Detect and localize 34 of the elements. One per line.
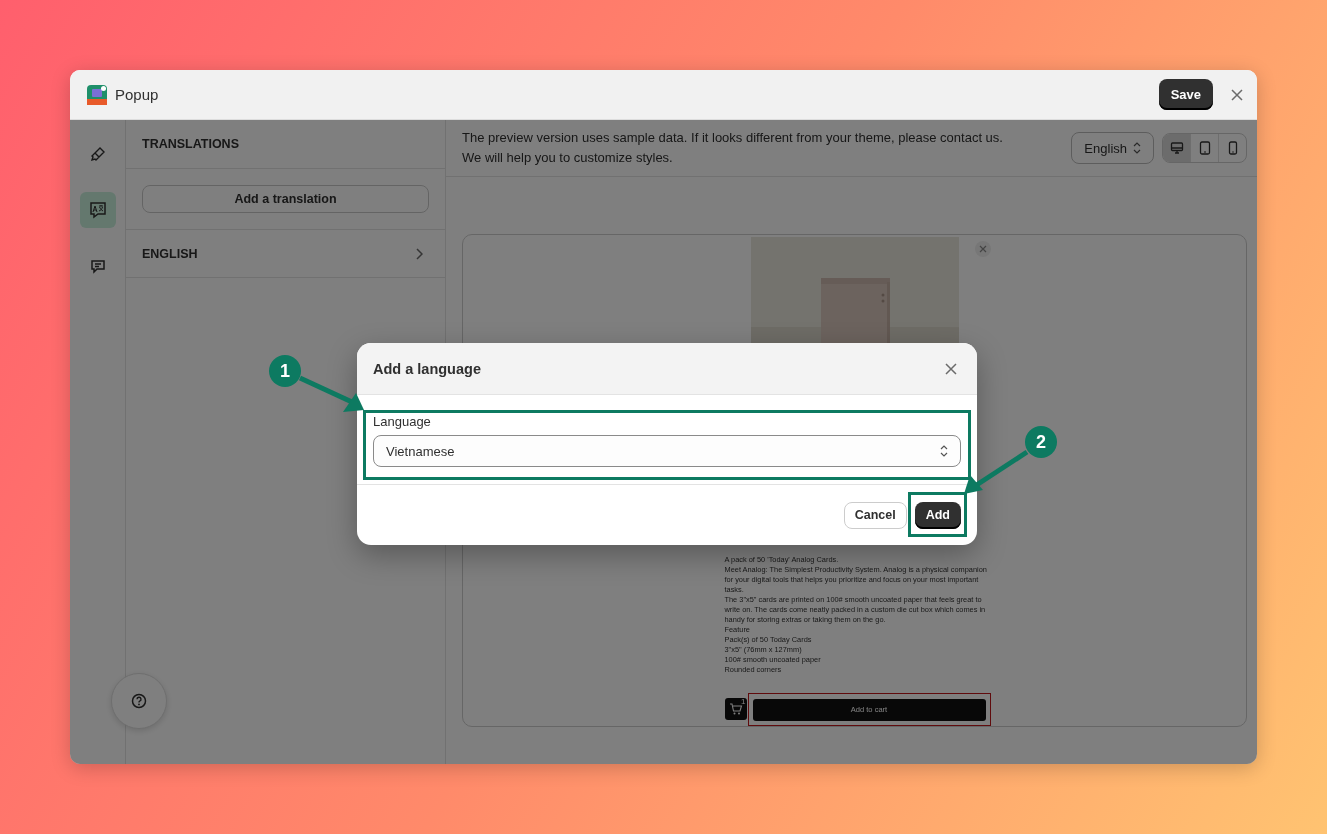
chevron-icon [415, 247, 423, 260]
add-translation-button[interactable]: Add a translation [142, 185, 429, 213]
section-heading: TRANSLATIONS [142, 137, 239, 151]
preview-notice: The preview version uses sample data. If it looks different from your theme, please contact us. We will help you to customize styles. [462, 129, 1004, 167]
desktop-view-button[interactable] [1163, 134, 1190, 162]
tablet-icon [1197, 141, 1212, 155]
chevron-updown-icon [940, 445, 948, 457]
cancel-button[interactable]: Cancel [843, 501, 907, 529]
close-icon[interactable] [1231, 88, 1243, 101]
close-icon[interactable] [974, 241, 991, 257]
cart-icon [728, 702, 743, 717]
chat-icon [89, 258, 106, 274]
save-button[interactable]: Save [1158, 79, 1213, 110]
field-label: Language [373, 414, 432, 429]
cart-count: 1 [741, 697, 746, 707]
window-title: Popup [115, 86, 159, 103]
add-button[interactable]: Add [914, 501, 961, 529]
translate-icon [88, 201, 107, 219]
arrow [298, 375, 364, 412]
language-select[interactable]: English [1071, 132, 1154, 164]
close-icon[interactable] [945, 362, 957, 375]
cart-button[interactable]: 1 [724, 698, 747, 721]
help-icon [131, 692, 147, 709]
language-row[interactable]: ENGLISH [126, 230, 445, 278]
dialog-title: Add a language [373, 360, 481, 377]
arrow [964, 449, 1029, 494]
highlight-frame [908, 492, 967, 537]
app-logo-icon [87, 84, 107, 105]
translate-tab[interactable] [79, 192, 116, 228]
brush-icon [89, 146, 106, 162]
chevron-updown-icon [1133, 142, 1141, 154]
language-dropdown[interactable]: Vietnamese [373, 435, 961, 467]
help-button[interactable] [111, 672, 167, 729]
desktop-icon [1169, 141, 1184, 155]
